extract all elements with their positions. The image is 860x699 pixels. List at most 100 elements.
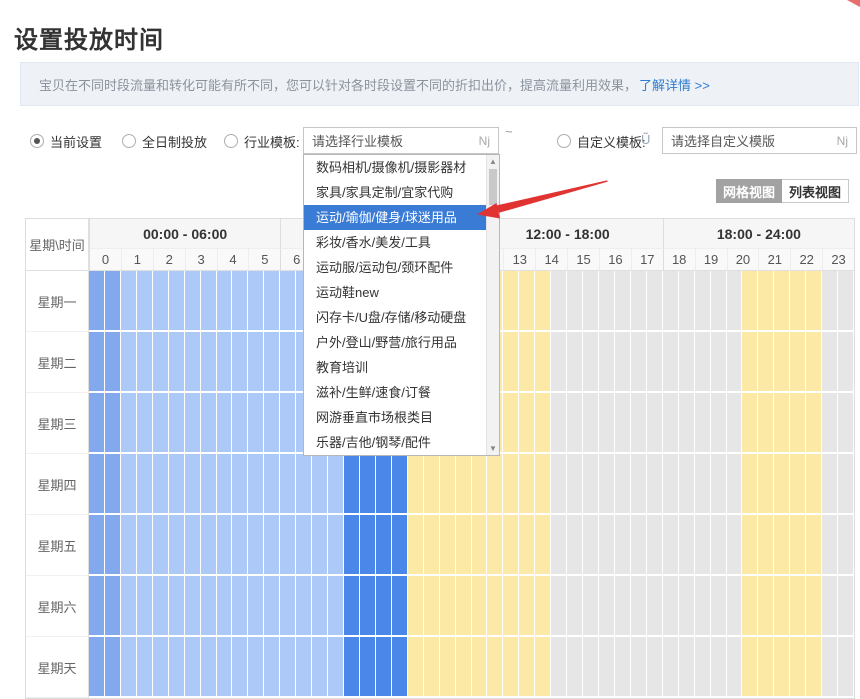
dropdown-item[interactable]: 滋补/生鲜/速食/订餐 [304, 380, 486, 405]
schedule-cell[interactable] [408, 454, 424, 515]
schedule-cell[interactable] [105, 271, 121, 332]
schedule-cell[interactable] [232, 393, 248, 454]
schedule-cell[interactable] [328, 576, 344, 637]
schedule-cell[interactable] [663, 271, 679, 332]
schedule-cell[interactable] [105, 332, 121, 393]
schedule-cell[interactable] [280, 454, 296, 515]
schedule-cell[interactable] [89, 637, 105, 698]
schedule-cell[interactable] [806, 515, 822, 576]
schedule-cell[interactable] [264, 637, 280, 698]
schedule-cell[interactable] [89, 454, 105, 515]
schedule-cell[interactable] [631, 332, 647, 393]
schedule-cell[interactable] [344, 576, 360, 637]
schedule-cell[interactable] [201, 454, 217, 515]
schedule-cell[interactable] [551, 515, 567, 576]
schedule-cell[interactable] [647, 637, 663, 698]
radio-industry-template[interactable]: 行业模板: [224, 127, 300, 155]
schedule-cell[interactable] [711, 637, 727, 698]
schedule-cell[interactable] [424, 576, 440, 637]
schedule-cell[interactable] [121, 271, 137, 332]
dropdown-item[interactable]: 闪存卡/U盘/存储/移动硬盘 [304, 305, 486, 330]
schedule-cell[interactable] [280, 393, 296, 454]
schedule-cell[interactable] [711, 454, 727, 515]
schedule-cell[interactable] [201, 515, 217, 576]
schedule-cell[interactable] [89, 576, 105, 637]
schedule-cell[interactable] [89, 271, 105, 332]
schedule-cell[interactable] [217, 271, 233, 332]
schedule-cell[interactable] [583, 576, 599, 637]
schedule-cell[interactable] [774, 637, 790, 698]
schedule-cell[interactable] [742, 271, 758, 332]
schedule-cell[interactable] [647, 576, 663, 637]
schedule-cell[interactable] [727, 576, 743, 637]
schedule-cell[interactable] [264, 515, 280, 576]
schedule-cell[interactable] [503, 332, 519, 393]
schedule-cell[interactable] [487, 637, 503, 698]
schedule-cell[interactable] [280, 271, 296, 332]
schedule-cell[interactable] [296, 576, 312, 637]
schedule-cell[interactable] [503, 637, 519, 698]
schedule-cell[interactable] [567, 271, 583, 332]
dropdown-item[interactable]: 户外/登山/野营/旅行用品 [304, 330, 486, 355]
schedule-cell[interactable] [822, 637, 838, 698]
schedule-cell[interactable] [503, 576, 519, 637]
schedule-cell[interactable] [232, 637, 248, 698]
schedule-cell[interactable] [217, 637, 233, 698]
schedule-cell[interactable] [248, 332, 264, 393]
schedule-cell[interactable] [248, 637, 264, 698]
schedule-cell[interactable] [615, 393, 631, 454]
schedule-cell[interactable] [790, 637, 806, 698]
schedule-cell[interactable] [121, 515, 137, 576]
grid-view-button[interactable]: 网格视图 [716, 179, 782, 203]
schedule-cell[interactable] [647, 332, 663, 393]
schedule-cell[interactable] [631, 393, 647, 454]
custom-template-select[interactable]: 请选择自定义模版 Nj [662, 127, 857, 154]
schedule-cell[interactable] [631, 515, 647, 576]
schedule-cell[interactable] [742, 637, 758, 698]
dropdown-item[interactable]: 数码相机/摄像机/摄影器材 [304, 155, 486, 180]
dropdown-item[interactable]: 网游垂直市场根类目 [304, 405, 486, 430]
schedule-cell[interactable] [121, 576, 137, 637]
schedule-cell[interactable] [727, 515, 743, 576]
schedule-cell[interactable] [232, 332, 248, 393]
schedule-cell[interactable] [631, 637, 647, 698]
schedule-cell[interactable] [153, 393, 169, 454]
schedule-cell[interactable] [105, 637, 121, 698]
schedule-cell[interactable] [758, 454, 774, 515]
schedule-cell[interactable] [376, 454, 392, 515]
schedule-cell[interactable] [264, 454, 280, 515]
schedule-cell[interactable] [487, 515, 503, 576]
schedule-cell[interactable] [169, 637, 185, 698]
radio-dot[interactable] [557, 134, 571, 148]
schedule-cell[interactable] [376, 515, 392, 576]
schedule-cell[interactable] [822, 454, 838, 515]
schedule-cell[interactable] [758, 393, 774, 454]
schedule-cell[interactable] [328, 515, 344, 576]
schedule-cell[interactable] [105, 454, 121, 515]
industry-template-select[interactable]: 请选择行业模板 Nj [303, 127, 499, 154]
schedule-cell[interactable] [806, 454, 822, 515]
schedule-cell[interactable] [679, 515, 695, 576]
schedule-cell[interactable] [567, 576, 583, 637]
schedule-cell[interactable] [519, 271, 535, 332]
schedule-cell[interactable] [583, 637, 599, 698]
schedule-cell[interactable] [567, 454, 583, 515]
schedule-cell[interactable] [790, 332, 806, 393]
schedule-cell[interactable] [758, 271, 774, 332]
schedule-cell[interactable] [503, 271, 519, 332]
schedule-cell[interactable] [328, 637, 344, 698]
schedule-cell[interactable] [185, 271, 201, 332]
schedule-cell[interactable] [599, 637, 615, 698]
schedule-cell[interactable] [679, 393, 695, 454]
schedule-cell[interactable] [535, 271, 551, 332]
learn-more-link[interactable]: 了解详情 >> [639, 75, 710, 94]
schedule-cell[interactable] [663, 454, 679, 515]
schedule-cell[interactable] [790, 515, 806, 576]
schedule-cell[interactable] [89, 515, 105, 576]
schedule-cell[interactable] [519, 454, 535, 515]
schedule-cell[interactable] [185, 454, 201, 515]
schedule-cell[interactable] [695, 393, 711, 454]
schedule-cell[interactable] [121, 637, 137, 698]
schedule-cell[interactable] [440, 515, 456, 576]
schedule-cell[interactable] [758, 576, 774, 637]
